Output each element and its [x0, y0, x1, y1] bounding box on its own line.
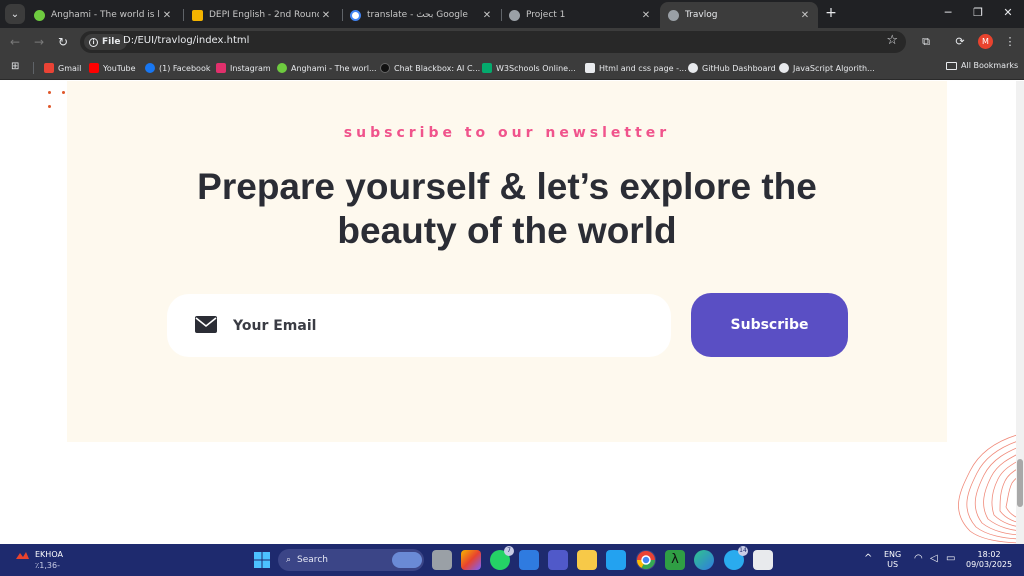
- tab-travlog[interactable]: Travlog ✕: [660, 2, 818, 28]
- facebook-icon: [145, 63, 155, 73]
- bookmark-anghami[interactable]: Anghami - The worl...: [277, 61, 377, 75]
- scrollbar-thumb[interactable]: [1017, 459, 1023, 507]
- email-input[interactable]: [233, 312, 653, 340]
- tab-project-1[interactable]: Project 1 ✕: [501, 2, 659, 28]
- globe-icon: [509, 9, 520, 21]
- address-bar[interactable]: i File D:/EUI/travlog/index.html ☆: [80, 31, 906, 53]
- page-viewport: subscribe to our newsletter Prepare your…: [0, 81, 1024, 544]
- copilot-icon[interactable]: [461, 550, 481, 570]
- all-bookmarks[interactable]: All Bookmarks: [946, 61, 1018, 70]
- bookmark-html-css[interactable]: Html and css page -...: [585, 61, 687, 75]
- new-tab-button[interactable]: +: [822, 4, 840, 22]
- bookmark-github[interactable]: GitHub Dashboard: [688, 61, 776, 75]
- url-text: D:/EUI/travlog/index.html: [123, 35, 250, 46]
- back-icon[interactable]: ←: [7, 34, 23, 50]
- chrome-icon[interactable]: [636, 550, 656, 570]
- restore-icon[interactable]: ❐: [970, 5, 986, 21]
- tab-title: Anghami - The world is listening: [51, 10, 160, 20]
- w3schools-icon: [482, 63, 492, 73]
- reload-icon[interactable]: ↻: [55, 34, 71, 50]
- photos-icon[interactable]: [519, 550, 539, 570]
- tab-depi-english[interactable]: DEPI English - 2nd Round - Go ✕: [184, 2, 339, 28]
- close-tab-icon[interactable]: ✕: [639, 10, 653, 21]
- browser-tab-strip: ⌄ Anghami - The world is listening ✕ DEP…: [0, 0, 1024, 28]
- volume-icon[interactable]: ◁: [930, 554, 938, 564]
- close-tab-icon[interactable]: ✕: [160, 10, 174, 21]
- tab-title: DEPI English - 2nd Round - Go: [209, 10, 319, 20]
- tray-chevron-icon[interactable]: ^: [864, 554, 872, 564]
- gmail-icon: [44, 63, 54, 73]
- page-icon: [585, 63, 595, 73]
- task-view-icon[interactable]: [432, 550, 452, 570]
- instagram-icon: [216, 63, 226, 73]
- javascript-icon: [779, 63, 789, 73]
- anghami-icon: [34, 9, 45, 21]
- bookmark-facebook[interactable]: (1) Facebook: [145, 61, 210, 75]
- youtube-icon: [89, 63, 99, 73]
- bookmark-youtube[interactable]: YouTube: [89, 61, 136, 75]
- tab-title: Project 1: [526, 10, 566, 20]
- bookmark-instagram[interactable]: Instagram: [216, 61, 271, 75]
- menu-kebab-icon[interactable]: ⋮: [1002, 34, 1018, 50]
- tab-search-button[interactable]: ⌄: [5, 4, 25, 24]
- bookmark-blackbox[interactable]: Chat Blackbox: AI C...: [380, 61, 480, 75]
- newsletter-eyebrow: subscribe to our newsletter: [343, 125, 671, 141]
- close-tab-icon[interactable]: ✕: [798, 10, 812, 21]
- system-clock[interactable]: 18:02 09/03/2025: [966, 550, 1012, 570]
- whatsapp-icon[interactable]: 7: [490, 546, 514, 570]
- bookmarks-bar: ⊞ Gmail YouTube (1) Facebook Instagram A…: [0, 56, 1024, 80]
- store-icon[interactable]: [753, 550, 773, 570]
- weather-icon: [16, 552, 29, 559]
- site-info-chip[interactable]: i File: [84, 34, 128, 50]
- taskbar-search[interactable]: ⌕ Search: [278, 549, 424, 571]
- close-window-icon[interactable]: ✕: [1000, 5, 1016, 21]
- lambda-app-icon[interactable]: λ: [665, 550, 685, 570]
- globe-icon: [668, 9, 679, 21]
- minimize-icon[interactable]: ─: [940, 5, 956, 21]
- bookmark-w3schools[interactable]: W3Schools Online...: [482, 61, 576, 75]
- subscribe-button[interactable]: Subscribe: [691, 293, 848, 357]
- language-indicator[interactable]: ENG US: [884, 550, 901, 570]
- vscode-icon[interactable]: [606, 550, 626, 570]
- decorative-wave-lines: [958, 432, 1024, 544]
- blackbox-icon: [380, 63, 390, 73]
- tab-anghami[interactable]: Anghami - The world is listening ✕: [26, 2, 180, 28]
- info-icon: i: [89, 37, 98, 47]
- bookmark-javascript[interactable]: JavaScript Algorith...: [779, 61, 875, 75]
- weather-widget[interactable]: EKHOA ٪1,36-: [14, 549, 63, 571]
- tab-sync-icon[interactable]: ⟳: [952, 34, 968, 50]
- tab-title: Travlog: [685, 10, 718, 20]
- windows-start-icon[interactable]: [252, 550, 272, 570]
- folder-icon: [946, 61, 957, 70]
- edge-icon[interactable]: [694, 550, 714, 570]
- forward-icon[interactable]: →: [31, 34, 47, 50]
- bookmark-gmail[interactable]: Gmail: [44, 61, 81, 75]
- profile-avatar[interactable]: M: [978, 34, 993, 49]
- close-tab-icon[interactable]: ✕: [319, 10, 333, 21]
- bookmark-star-icon[interactable]: ☆: [886, 33, 898, 48]
- battery-icon[interactable]: ▭: [946, 554, 955, 564]
- newsletter-headline: Prepare yourself & let’s explore the bea…: [197, 166, 817, 251]
- google-drive-icon: [192, 9, 203, 21]
- teams-icon[interactable]: [548, 550, 568, 570]
- wifi-icon[interactable]: ◠: [914, 554, 923, 564]
- file-explorer-icon[interactable]: [577, 550, 597, 570]
- telegram-icon[interactable]: 14: [724, 546, 748, 570]
- search-highlight-icon: [392, 552, 422, 568]
- google-icon: [350, 9, 361, 21]
- windows-taskbar: EKHOA ٪1,36- ⌕ Search 7 λ 14 ^ ENG US ◠ ◁…: [0, 544, 1024, 576]
- tab-translate[interactable]: translate - بحث Google ✕: [342, 2, 500, 28]
- search-icon: ⌕: [286, 555, 292, 565]
- tab-title: translate - بحث Google: [367, 10, 468, 20]
- email-field-container: [167, 294, 671, 357]
- apps-grid-icon[interactable]: ⊞: [11, 61, 23, 73]
- github-icon: [688, 63, 698, 73]
- envelope-icon: [195, 316, 217, 333]
- close-tab-icon[interactable]: ✕: [480, 10, 494, 21]
- extensions-icon[interactable]: ⧉: [918, 34, 934, 50]
- page-scrollbar[interactable]: [1016, 81, 1024, 544]
- anghami-icon: [277, 63, 287, 73]
- newsletter-section: subscribe to our newsletter Prepare your…: [67, 81, 947, 442]
- browser-toolbar: ← → ↻ i File D:/EUI/travlog/index.html ☆…: [0, 28, 1024, 56]
